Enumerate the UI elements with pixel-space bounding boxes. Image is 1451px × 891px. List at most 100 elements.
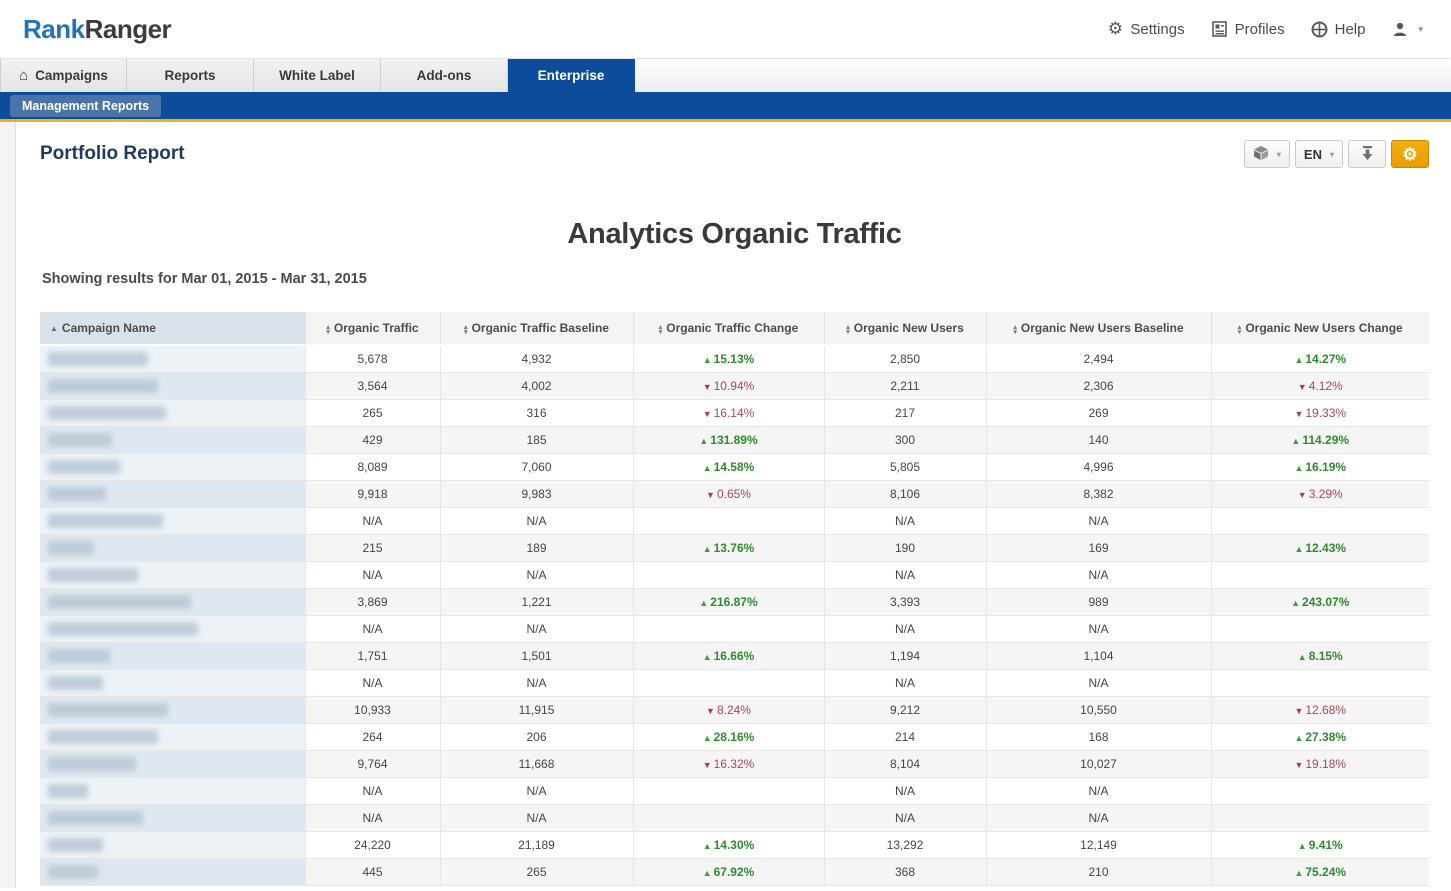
- column-header-campaign-name[interactable]: ▲Campaign Name: [40, 312, 305, 345]
- help-menu-item[interactable]: Help: [1311, 20, 1366, 38]
- redacted-campaign-name: [48, 352, 148, 366]
- report-settings-button[interactable]: ⚙: [1391, 140, 1429, 168]
- organic-new-users-change-cell: [1211, 804, 1429, 831]
- profiles-label: Profiles: [1235, 21, 1285, 38]
- change-value: 12.68%: [1305, 703, 1346, 717]
- campaign-name-cell[interactable]: [40, 345, 305, 372]
- organic-new-users-cell: 9,212: [824, 696, 986, 723]
- column-header-organic-traffic[interactable]: ▴▾Organic Traffic: [305, 312, 440, 345]
- language-selector-button[interactable]: EN ▾: [1295, 140, 1343, 168]
- organic-new-users-baseline-cell: 10,550: [986, 696, 1211, 723]
- organic-new-users-baseline-cell: 8,382: [986, 480, 1211, 507]
- campaign-name-cell[interactable]: [40, 669, 305, 696]
- campaign-name-cell[interactable]: [40, 561, 305, 588]
- organic-new-users-baseline-cell: 168: [986, 723, 1211, 750]
- table-row: N/AN/AN/AN/A: [40, 777, 1429, 804]
- column-header-organic-traffic-baseline[interactable]: ▴▾Organic Traffic Baseline: [440, 312, 633, 345]
- campaign-name-cell[interactable]: [40, 480, 305, 507]
- organic-traffic-cell: N/A: [305, 615, 440, 642]
- arrow-down-icon: ▼: [703, 409, 712, 419]
- organic-traffic-cell: 9,918: [305, 480, 440, 507]
- help-label: Help: [1335, 21, 1366, 38]
- campaign-name-cell[interactable]: [40, 723, 305, 750]
- sort-both-icon: ▴▾: [464, 325, 468, 335]
- profiles-menu-item[interactable]: Profiles: [1211, 20, 1285, 38]
- user-icon: [1391, 20, 1409, 38]
- arrow-down-icon: ▼: [1294, 706, 1303, 716]
- column-header-organic-new-users-baseline[interactable]: ▴▾Organic New Users Baseline: [986, 312, 1211, 345]
- organic-new-users-change-cell: ▼4.12%: [1211, 372, 1429, 399]
- column-label: Organic Traffic Change: [666, 321, 798, 335]
- campaign-name-cell[interactable]: [40, 372, 305, 399]
- organic-traffic-baseline-cell: 21,189: [440, 831, 633, 858]
- campaign-name-cell[interactable]: [40, 399, 305, 426]
- tab-enterprise[interactable]: Enterprise: [508, 59, 635, 92]
- campaign-name-cell[interactable]: [40, 804, 305, 831]
- table-row: 3,8691,221▲216.87%3,393989▲243.07%: [40, 588, 1429, 615]
- arrow-up-icon: ▲: [703, 733, 712, 743]
- sub-nav-bar: Management Reports: [0, 92, 1451, 122]
- campaign-name-cell[interactable]: [40, 696, 305, 723]
- organic-traffic-baseline-cell: N/A: [440, 561, 633, 588]
- table-row: 9,76411,668▼16.32%8,10410,027▼19.18%: [40, 750, 1429, 777]
- organic-new-users-change-cell: ▲243.07%: [1211, 588, 1429, 615]
- organic-traffic-baseline-cell: N/A: [440, 777, 633, 804]
- chevron-down-icon: ▾: [1330, 150, 1334, 159]
- tab-reports[interactable]: Reports: [127, 59, 254, 92]
- change-value: 4.12%: [1309, 379, 1343, 393]
- tab-add-ons[interactable]: Add-ons: [381, 59, 508, 92]
- organic-new-users-cell: 1,194: [824, 642, 986, 669]
- change-value: 216.87%: [710, 595, 757, 609]
- organic-traffic-change-cell: ▼16.14%: [633, 399, 824, 426]
- column-label: Organic New Users Baseline: [1021, 321, 1184, 335]
- campaign-name-cell[interactable]: [40, 750, 305, 777]
- change-value: 14.27%: [1305, 352, 1346, 366]
- redacted-campaign-name: [48, 487, 106, 501]
- campaign-name-cell[interactable]: [40, 831, 305, 858]
- organic-new-users-cell: 2,211: [824, 372, 986, 399]
- management-reports-button[interactable]: Management Reports: [10, 95, 161, 117]
- organic-traffic-baseline-cell: 4,002: [440, 372, 633, 399]
- arrow-down-icon: ▼: [706, 490, 715, 500]
- download-button[interactable]: [1348, 140, 1386, 168]
- campaign-name-cell[interactable]: [40, 642, 305, 669]
- campaign-name-cell[interactable]: [40, 858, 305, 885]
- organic-traffic-cell: 3,869: [305, 588, 440, 615]
- top-header: RankRanger ⚙ Settings Profiles Help ▾: [0, 0, 1451, 58]
- settings-menu-item[interactable]: ⚙ Settings: [1106, 20, 1184, 38]
- rankranger-logo[interactable]: RankRanger: [23, 14, 171, 45]
- column-header-organic-new-users[interactable]: ▴▾Organic New Users: [824, 312, 986, 345]
- campaign-name-cell[interactable]: [40, 777, 305, 804]
- organic-new-users-change-cell: ▲114.29%: [1211, 426, 1429, 453]
- collapsed-side-rail[interactable]: [0, 122, 16, 888]
- campaign-name-cell[interactable]: [40, 588, 305, 615]
- column-header-organic-traffic-change[interactable]: ▴▾Organic Traffic Change: [633, 312, 824, 345]
- tab-campaigns-label: Campaigns: [35, 68, 108, 83]
- cube-icon: [1253, 145, 1269, 164]
- change-value: 3.29%: [1309, 487, 1343, 501]
- column-header-organic-new-users-change[interactable]: ▴▾Organic New Users Change: [1211, 312, 1429, 345]
- redacted-campaign-name: [48, 541, 94, 555]
- table-header-row: ▲Campaign Name ▴▾Organic Traffic ▴▾Organ…: [40, 312, 1429, 345]
- organic-new-users-baseline-cell: 140: [986, 426, 1211, 453]
- user-account-menu[interactable]: ▾: [1391, 20, 1423, 38]
- widget-selector-button[interactable]: ▾: [1244, 140, 1290, 168]
- campaign-name-cell[interactable]: [40, 534, 305, 561]
- campaign-name-cell[interactable]: [40, 615, 305, 642]
- table-row: 3,5644,002▼10.94%2,2112,306▼4.12%: [40, 372, 1429, 399]
- organic-traffic-cell: N/A: [305, 669, 440, 696]
- campaign-name-cell[interactable]: [40, 426, 305, 453]
- tab-campaigns[interactable]: ⌂ Campaigns: [0, 59, 127, 92]
- organic-new-users-change-cell: [1211, 615, 1429, 642]
- organic-traffic-change-cell: ▲15.13%: [633, 345, 824, 372]
- campaign-name-cell[interactable]: [40, 453, 305, 480]
- organic-new-users-change-cell: [1211, 777, 1429, 804]
- organic-new-users-baseline-cell: 2,306: [986, 372, 1211, 399]
- campaign-name-cell[interactable]: [40, 507, 305, 534]
- organic-new-users-cell: N/A: [824, 777, 986, 804]
- logo-rank: Rank: [23, 14, 85, 44]
- content-area: Portfolio Report ▾ EN ▾: [16, 122, 1451, 888]
- tab-white-label[interactable]: White Label: [254, 59, 381, 92]
- arrow-down-icon: ▼: [706, 706, 715, 716]
- redacted-campaign-name: [48, 406, 166, 420]
